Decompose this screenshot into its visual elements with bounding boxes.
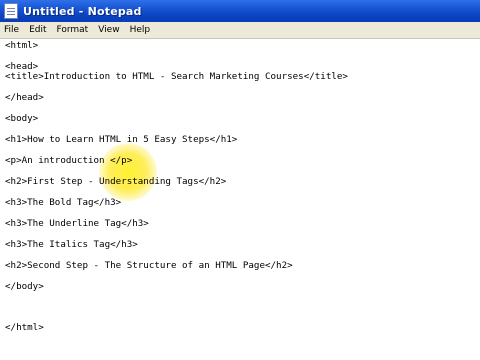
code-line: <h3>The Bold Tag</h3> (5, 197, 122, 208)
code-line: <p>An introduction </p> (5, 155, 133, 166)
menu-format[interactable]: Format (52, 22, 94, 38)
code-line: <h2>Second Step - The Structure of an HT… (5, 260, 293, 271)
window-title: Untitled - Notepad (23, 4, 142, 18)
text-editor-area[interactable]: <html> <head> <title>Introduction to HTM… (0, 39, 480, 360)
code-line: <body> (5, 113, 39, 124)
code-line: <title>Introduction to HTML - Search Mar… (5, 71, 348, 82)
menu-view[interactable]: View (93, 22, 124, 38)
notepad-app-icon[interactable] (4, 3, 18, 19)
code-line: <h1>How to Learn HTML in 5 Easy Steps</h… (5, 134, 238, 145)
code-line: </html> (5, 322, 44, 333)
code-line: <html> (5, 40, 39, 51)
mouse-cursor-highlight (99, 143, 157, 201)
code-line: <h3>The Italics Tag</h3> (5, 239, 138, 250)
menu-bar: File Edit Format View Help (0, 22, 480, 39)
menu-edit[interactable]: Edit (24, 22, 51, 38)
code-line: </head> (5, 92, 44, 103)
notepad-window: Untitled - Notepad File Edit Format View… (0, 0, 480, 360)
code-line: <h2>First Step - Understanding Tags</h2> (5, 176, 227, 187)
code-line: </body> (5, 281, 44, 292)
menu-file[interactable]: File (0, 22, 24, 38)
menu-help[interactable]: Help (125, 22, 156, 38)
code-line: <h3>The Underline Tag</h3> (5, 218, 149, 229)
title-bar[interactable]: Untitled - Notepad (0, 0, 480, 22)
